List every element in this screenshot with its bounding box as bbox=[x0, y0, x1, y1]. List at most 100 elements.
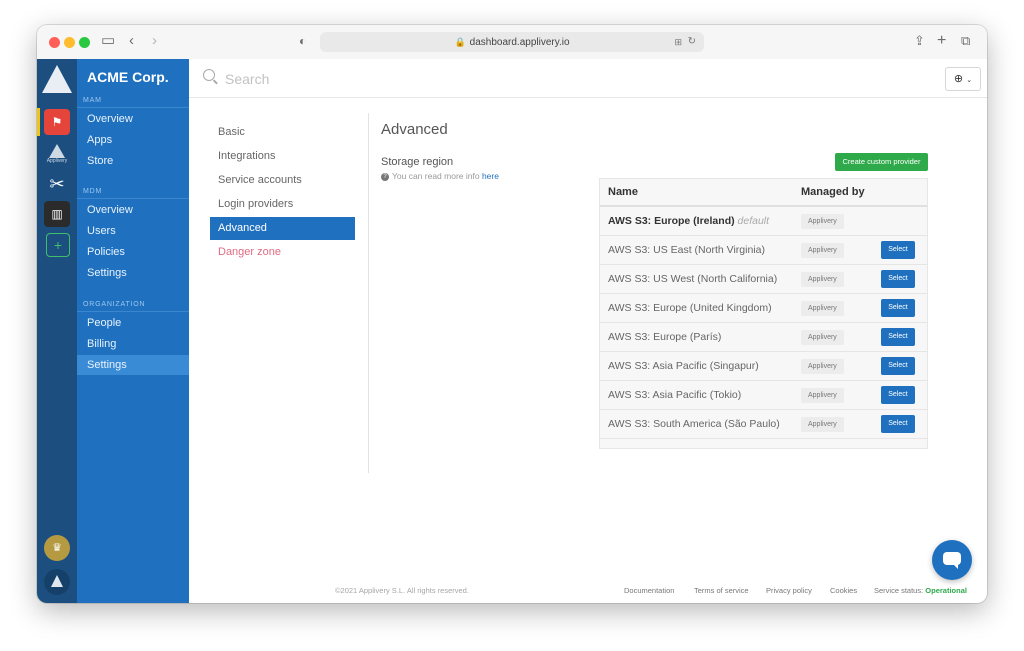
settings-tab-basic[interactable]: Basic bbox=[210, 121, 355, 144]
tab-overview-icon[interactable]: ⧉ bbox=[961, 31, 970, 51]
divider bbox=[77, 198, 189, 199]
service-status[interactable]: Service status: Operational bbox=[874, 586, 967, 595]
managed-by-badge: Applivery bbox=[801, 417, 844, 432]
crown-avatar[interactable]: ♛ bbox=[44, 535, 70, 561]
help-text: ? You can read more info here bbox=[381, 171, 499, 181]
sidebar-item-mdm-overview[interactable]: Overview bbox=[77, 200, 189, 220]
select-button[interactable]: Select bbox=[881, 415, 915, 433]
sidebar-item-store[interactable]: Store bbox=[77, 151, 189, 171]
org-name: ACME Corp. bbox=[87, 69, 169, 85]
user-avatar[interactable] bbox=[44, 569, 70, 595]
sidebar-item-mdm-settings[interactable]: Settings bbox=[77, 263, 189, 283]
copyright: ©2021 Applivery S.L. All rights reserved… bbox=[335, 586, 469, 595]
search-input[interactable] bbox=[223, 67, 627, 91]
select-button[interactable]: Select bbox=[881, 357, 915, 375]
search-icon bbox=[203, 69, 215, 81]
active-indicator bbox=[37, 108, 40, 136]
sidebar-toggle-icon[interactable]: ▭ bbox=[101, 31, 115, 51]
top-bar: ⊕ ⌄ bbox=[189, 59, 987, 98]
settings-tab-integrations[interactable]: Integrations bbox=[210, 145, 355, 168]
sidebar-item-policies[interactable]: Policies bbox=[77, 242, 189, 262]
region-name: AWS S3: Europe (United Kingdom) bbox=[608, 302, 772, 314]
managed-by-badge: Applivery bbox=[801, 359, 844, 374]
settings-tab-service-accounts[interactable]: Service accounts bbox=[210, 169, 355, 192]
sidebar-item-org-settings[interactable]: Settings bbox=[77, 355, 189, 375]
footer: ©2021 Applivery S.L. All rights reserved… bbox=[189, 583, 987, 603]
language-selector[interactable]: ⊕ ⌄ bbox=[945, 67, 981, 91]
table-row: AWS S3: Europe (París) Applivery Select bbox=[600, 323, 927, 352]
browser-toolbar: ▭ ‹ › ◐ 🔒 dashboard.applivery.io ⊞ ↻ ⇪ + … bbox=[37, 25, 987, 60]
managed-by-badge: Applivery bbox=[801, 388, 844, 403]
sidebar-item-users[interactable]: Users bbox=[77, 221, 189, 241]
section-label-organization: ORGANIZATION bbox=[83, 301, 146, 308]
settings-tab-danger-zone[interactable]: Danger zone bbox=[210, 241, 355, 264]
translate-icon[interactable]: ⊞ bbox=[674, 32, 682, 52]
column-header-managed-by: Managed by bbox=[801, 186, 865, 198]
section-title: Storage region bbox=[381, 156, 454, 168]
minimize-window-button[interactable] bbox=[64, 37, 75, 48]
region-name: AWS S3: South America (São Paulo) bbox=[608, 418, 780, 430]
select-button[interactable]: Select bbox=[881, 299, 915, 317]
region-name: AWS S3: Asia Pacific (Tokio) bbox=[608, 389, 742, 401]
divider bbox=[77, 107, 189, 108]
managed-by-badge: Applivery bbox=[801, 243, 844, 258]
footer-link-privacy[interactable]: Privacy policy bbox=[766, 586, 812, 595]
region-name: AWS S3: Europe (Ireland) default bbox=[608, 215, 770, 227]
footer-link-cookies[interactable]: Cookies bbox=[830, 586, 857, 595]
create-custom-provider-button[interactable]: Create custom provider bbox=[835, 153, 928, 171]
table-row: AWS S3: Asia Pacific (Singapur) Appliver… bbox=[600, 352, 927, 381]
select-button[interactable]: Select bbox=[881, 328, 915, 346]
settings-tab-login-providers[interactable]: Login providers bbox=[210, 193, 355, 216]
forward-arrow-icon[interactable]: › bbox=[152, 31, 157, 51]
reload-icon[interactable]: ↻ bbox=[688, 32, 696, 52]
storage-region-table: Name Managed by AWS S3: Europe (Ireland)… bbox=[599, 178, 928, 449]
region-name: AWS S3: US West (North California) bbox=[608, 273, 778, 285]
add-icon[interactable]: + bbox=[46, 233, 70, 257]
status-value: Operational bbox=[925, 586, 967, 595]
divider bbox=[368, 113, 369, 473]
sidebar-item-mam-overview[interactable]: Overview bbox=[77, 109, 189, 129]
sidebar: ACME Corp. MAM Overview Apps Store MDM O… bbox=[77, 59, 189, 603]
chat-bubble-icon[interactable] bbox=[932, 540, 972, 580]
column-header-name: Name bbox=[608, 186, 638, 198]
app-icon-red[interactable]: ⚑ bbox=[44, 109, 70, 135]
select-button[interactable]: Select bbox=[881, 241, 915, 259]
select-button[interactable]: Select bbox=[881, 270, 915, 288]
address-bar[interactable]: 🔒 dashboard.applivery.io ⊞ ↻ bbox=[320, 32, 704, 52]
settings-tab-advanced[interactable]: Advanced bbox=[210, 217, 355, 240]
managed-by-badge: Applivery bbox=[801, 330, 844, 345]
table-row: AWS S3: Europe (Ireland) default Applive… bbox=[600, 207, 927, 236]
question-icon: ? bbox=[381, 172, 389, 181]
footer-link-terms[interactable]: Terms of service bbox=[694, 586, 749, 595]
maximize-window-button[interactable] bbox=[79, 37, 90, 48]
select-button[interactable]: Select bbox=[881, 386, 915, 404]
tools-icon[interactable]: ✂ bbox=[44, 171, 70, 197]
browser-window: ▭ ‹ › ◐ 🔒 dashboard.applivery.io ⊞ ↻ ⇪ + … bbox=[37, 25, 987, 603]
region-name: AWS S3: US East (North Virginia) bbox=[608, 244, 765, 256]
applivery-logo bbox=[42, 65, 72, 93]
page-title: Advanced bbox=[381, 121, 448, 138]
managed-by-badge: Applivery bbox=[801, 301, 844, 316]
share-icon[interactable]: ⇪ bbox=[914, 31, 925, 51]
applivery-app-icon[interactable]: Applivery bbox=[44, 141, 70, 167]
section-label-mam: MAM bbox=[83, 97, 102, 104]
table-row: AWS S3: US East (North Virginia) Applive… bbox=[600, 236, 927, 265]
help-link[interactable]: here bbox=[482, 171, 499, 181]
footer-link-documentation[interactable]: Documentation bbox=[624, 586, 674, 595]
new-tab-icon[interactable]: + bbox=[937, 31, 946, 51]
privacy-shield-icon[interactable]: ◐ bbox=[299, 31, 306, 51]
table-row: AWS S3: Asia Pacific (Tokio) Applivery S… bbox=[600, 381, 927, 410]
url-text: dashboard.applivery.io bbox=[469, 37, 570, 48]
close-window-button[interactable] bbox=[49, 37, 60, 48]
back-arrow-icon[interactable]: ‹ bbox=[129, 31, 134, 51]
sidebar-item-people[interactable]: People bbox=[77, 313, 189, 333]
table-row: AWS S3: Europe (United Kingdom) Appliver… bbox=[600, 294, 927, 323]
region-name: AWS S3: Europe (París) bbox=[608, 331, 722, 343]
city-app-icon[interactable]: ▥ bbox=[44, 201, 70, 227]
table-header: Name Managed by bbox=[600, 179, 927, 207]
lock-icon: 🔒 bbox=[454, 37, 466, 47]
chevron-down-icon: ⌄ bbox=[966, 77, 973, 84]
sidebar-item-billing[interactable]: Billing bbox=[77, 334, 189, 354]
divider bbox=[77, 311, 189, 312]
sidebar-item-apps[interactable]: Apps bbox=[77, 130, 189, 150]
